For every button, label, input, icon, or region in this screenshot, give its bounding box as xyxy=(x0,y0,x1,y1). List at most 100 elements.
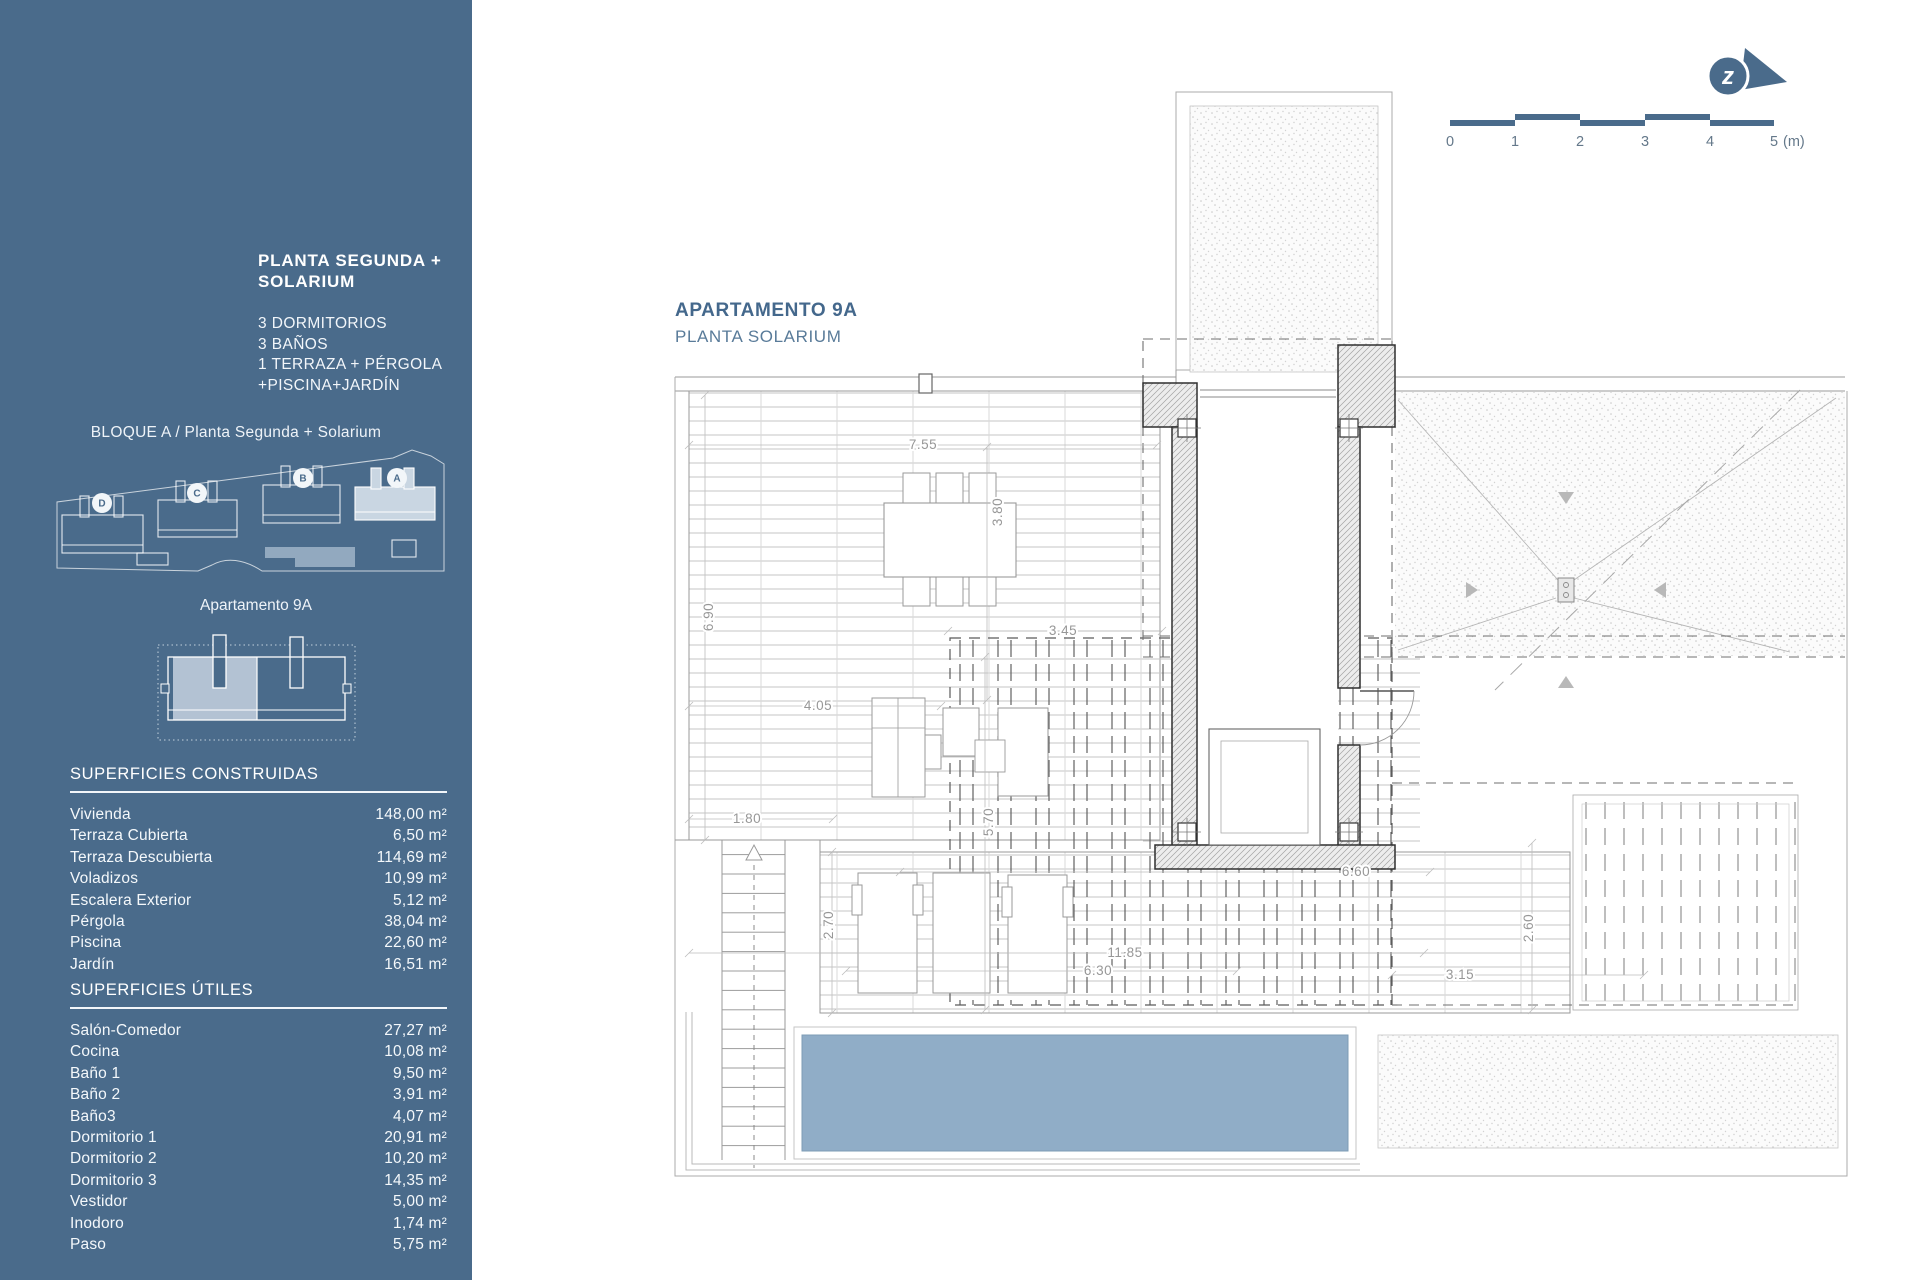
scale-tick: 3 xyxy=(1634,134,1656,150)
surface-row: Baño 23,91 m² xyxy=(70,1084,447,1105)
surface-value: 5,75 m² xyxy=(393,1234,447,1255)
surface-value: 10,08 m² xyxy=(384,1041,447,1062)
scale-tick: 2 xyxy=(1569,134,1591,150)
surface-label: Pérgola xyxy=(70,911,125,932)
page-subtitle: PLANTA SOLARIUM xyxy=(675,327,858,347)
surface-value: 10,20 m² xyxy=(384,1148,447,1169)
plan-title-block: APARTAMENTO 9A PLANTA SOLARIUM xyxy=(675,300,858,347)
scale-segment xyxy=(1450,120,1515,126)
sidebar-title: PLANTA SEGUNDA + SOLARIUM xyxy=(258,250,442,292)
dimension-label: 4.05 xyxy=(804,698,832,713)
section-heading: SUPERFICIES ÚTILES xyxy=(70,981,447,1000)
scale-segment xyxy=(1515,114,1580,120)
surface-rows: Salón-Comedor 27,27 m² Cocina 10,08 m² Bañ… xyxy=(70,1020,447,1255)
feature-item: 3 BAÑOS xyxy=(258,335,442,356)
section-heading: SUPERFICIES CONSTRUIDAS xyxy=(70,765,447,784)
dimension-label: 5.70 xyxy=(981,808,996,836)
surface-label: Dormitorio 2 xyxy=(70,1148,157,1169)
surface-value: 5,12 m² xyxy=(393,890,447,911)
scale-tick: 1 xyxy=(1504,134,1526,150)
surface-row: Terraza Descubierta 114,69 m² xyxy=(70,847,447,868)
surface-label: Dormitorio 3 xyxy=(70,1170,157,1191)
surface-label: Salón-Comedor xyxy=(70,1020,181,1041)
apartment-mini-plan xyxy=(0,620,472,760)
surface-label: Vestidor xyxy=(70,1191,128,1212)
surface-label: Escalera Exterior xyxy=(70,890,191,911)
page-title: APARTAMENTO 9A xyxy=(675,300,858,322)
surface-row: Vestidor5,00 m² xyxy=(70,1191,447,1212)
surface-row: Terraza Cubierta6,50 m² xyxy=(70,825,447,846)
scale-segment xyxy=(1710,120,1774,126)
surface-row: Vivienda148,00 m² xyxy=(70,804,447,825)
feature-item: 3 DORMITORIOS xyxy=(258,314,442,335)
surface-row: Jardín 16,51 m² xyxy=(70,954,447,975)
site-plan-sketch: D C B A xyxy=(0,445,472,595)
dimension-label: 7.55 xyxy=(909,437,937,452)
surface-value: 1,74 m² xyxy=(393,1213,447,1234)
surface-value: 4,07 m² xyxy=(393,1106,447,1127)
surface-row: Escalera Exterior 5,12 m² xyxy=(70,890,447,911)
surface-label: Cocina xyxy=(70,1041,119,1062)
surface-row: Cocina 10,08 m² xyxy=(70,1041,447,1062)
scale-segment xyxy=(1580,120,1645,126)
surface-row: Piscina 22,60 m² xyxy=(70,932,447,953)
surface-row: Paso 5,75 m² xyxy=(70,1234,447,1255)
heading-rule xyxy=(70,1007,447,1009)
surface-label: Terraza Descubierta xyxy=(70,847,213,868)
surface-row: Dormitorio 2 10,20 m² xyxy=(70,1148,447,1169)
surface-label: Baño3 xyxy=(70,1106,116,1127)
apartment-label: Apartamento 9A xyxy=(0,597,512,615)
compass-letter: z xyxy=(1721,63,1734,90)
dimension-label: 2.70 xyxy=(821,911,836,939)
surface-label: Paso xyxy=(70,1234,106,1255)
dimension-label: 2.60 xyxy=(1521,914,1536,942)
surface-label: Jardín xyxy=(70,954,114,975)
block-marker-c: C xyxy=(193,489,200,500)
surface-label: Vivienda xyxy=(70,804,131,825)
surface-value: 16,51 m² xyxy=(384,954,447,975)
dimension-label: 11.85 xyxy=(1107,945,1142,960)
surface-value: 14,35 m² xyxy=(384,1170,447,1191)
dimension-label: 1.80 xyxy=(733,811,761,826)
slope-arrow-up xyxy=(1558,676,1574,688)
surface-row: Dormitorio 120,91 m² xyxy=(70,1127,447,1148)
block-marker-d: D xyxy=(98,499,105,510)
surface-value: 38,04 m² xyxy=(384,911,447,932)
feature-item: 1 TERRAZA + PÉRGOLA xyxy=(258,355,442,376)
surface-label: Baño 1 xyxy=(70,1063,120,1084)
surface-row: Dormitorio 3 14,35 m² xyxy=(70,1170,447,1191)
useful-surfaces: SUPERFICIES ÚTILES Salón-Comedor 27,27 m²… xyxy=(70,981,447,1255)
feature-item: +PISCINA+JARDÍN xyxy=(258,376,442,397)
surface-label: Piscina xyxy=(70,932,121,953)
surface-row: Voladizos10,99 m² xyxy=(70,868,447,889)
feature-list: 3 DORMITORIOS 3 BAÑOS 1 TERRAZA + PÉRGOL… xyxy=(258,314,442,396)
surface-row: Inodoro 1,74 m² xyxy=(70,1213,447,1234)
swimming-pool xyxy=(802,1035,1348,1151)
sidebar: PLANTA SEGUNDA + SOLARIUM 3 DORMITORIOS … xyxy=(0,0,472,1280)
scale-tick: 4 xyxy=(1699,134,1721,150)
dimension-label: 6.30 xyxy=(1084,963,1112,978)
block-marker-a: A xyxy=(393,474,400,485)
sun-loungers xyxy=(852,873,1073,993)
site-block-d xyxy=(62,496,168,565)
block-label: BLOQUE A / Planta Segunda + Solarium xyxy=(0,424,472,442)
heading-rule xyxy=(70,791,447,793)
planter xyxy=(872,698,925,797)
surface-value: 9,50 m² xyxy=(393,1063,447,1084)
dimension-label: 3.80 xyxy=(990,498,1005,526)
surface-value: 27,27 m² xyxy=(384,1020,447,1041)
surface-label: Inodoro xyxy=(70,1213,124,1234)
dimension-label: 3.45 xyxy=(1049,623,1077,638)
dimension-label: 6.60 xyxy=(1342,864,1370,879)
scale-tick: 0 xyxy=(1439,134,1461,150)
surface-row: Baño 1 9,50 m² xyxy=(70,1063,447,1084)
constructed-surfaces: SUPERFICIES CONSTRUIDAS Vivienda148,00 m… xyxy=(70,765,447,975)
block-marker-b: B xyxy=(299,474,306,485)
surface-value: 10,99 m² xyxy=(384,868,447,889)
north-compass-icon: z xyxy=(1695,42,1805,107)
roof-drain xyxy=(1558,578,1574,602)
surface-value: 22,60 m² xyxy=(384,932,447,953)
surface-value: 20,91 m² xyxy=(384,1127,447,1148)
surface-value: 114,69 m² xyxy=(377,847,447,868)
scale-unit: (m) xyxy=(1783,134,1805,150)
